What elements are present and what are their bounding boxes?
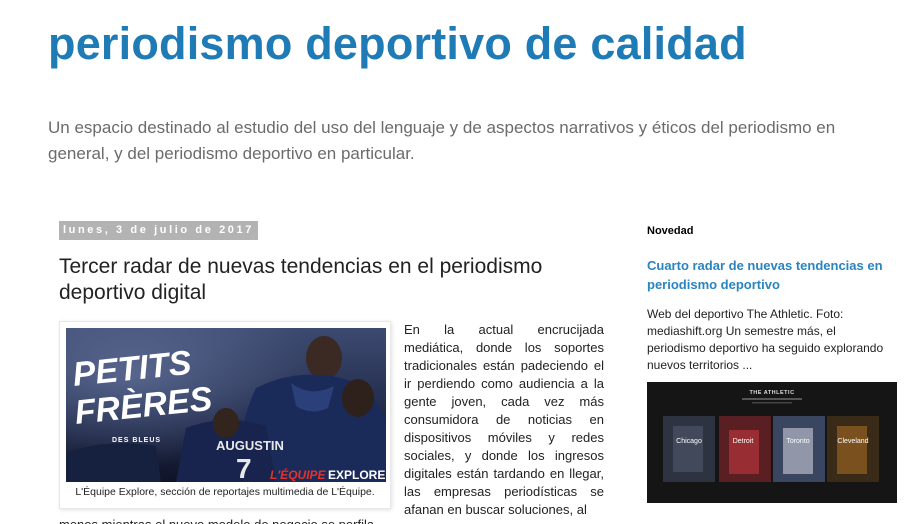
city-tile-toronto: Toronto [773,416,825,482]
sidebar-featured-post-title[interactable]: Cuarto radar de nuevas tendencias en per… [647,256,887,294]
jersey-name-text: AUGUSTIN [216,438,284,453]
sidebar-post-thumbnail[interactable]: THE ATHLETIC Chicago Detroit Toronto Cle… [647,382,897,503]
post-image-figure: AUGUSTIN 7 PETITS FRÈRES DES BLEUS L'ÉQU… [59,321,391,509]
city-label-cleveland: Cleveland [837,438,868,445]
post-image[interactable]: AUGUSTIN 7 PETITS FRÈRES DES BLEUS L'ÉQU… [66,328,386,482]
post-title[interactable]: Tercer radar de nuevas tendencias en el … [59,254,619,306]
post-body-continued: menos mientras el nuevo modelo de negoci… [59,516,604,524]
brand-explore-text: EXPLORE [328,468,385,482]
post-title-link[interactable]: Tercer radar de nuevas tendencias en el … [59,255,542,304]
athletic-brand-text: THE ATHLETIC [749,390,794,396]
city-label-toronto: Toronto [786,438,809,445]
blog-description: Un espacio destinado al estudio del uso … [48,118,836,163]
city-tile-cleveland: Cleveland [827,416,879,482]
sidebar-featured-post-link[interactable]: Cuarto radar de nuevas tendencias en per… [647,258,883,292]
jersey-number-text: 7 [236,453,252,482]
sidebar-heading: Novedad [647,225,694,237]
city-label-detroit: Detroit [733,438,754,445]
city-tile-detroit: Detroit [719,416,771,482]
petits-freres-poster-image: AUGUSTIN 7 PETITS FRÈRES DES BLEUS L'ÉQU… [66,328,386,482]
post-body-text: En la actual encrucijada mediática, dond… [404,322,604,517]
brand-lequipe-text: L'ÉQUIPE [270,467,327,482]
sidebar-post-snippet: Web del deportivo The Athletic. Foto: me… [647,307,884,372]
poster-tag-text: DES BLEUS [112,437,161,444]
city-tile-chicago: Chicago [663,416,715,482]
post-date-header: lunes, 3 de julio de 2017 [59,221,258,240]
blog-title[interactable]: periodismo deportivo de calidad [48,18,747,70]
post-image-caption: L'Équipe Explore, sección de reportajes … [75,486,375,498]
city-label-chicago: Chicago [676,438,702,445]
the-athletic-thumbnail-image: THE ATHLETIC Chicago Detroit Toronto Cle… [647,382,897,503]
